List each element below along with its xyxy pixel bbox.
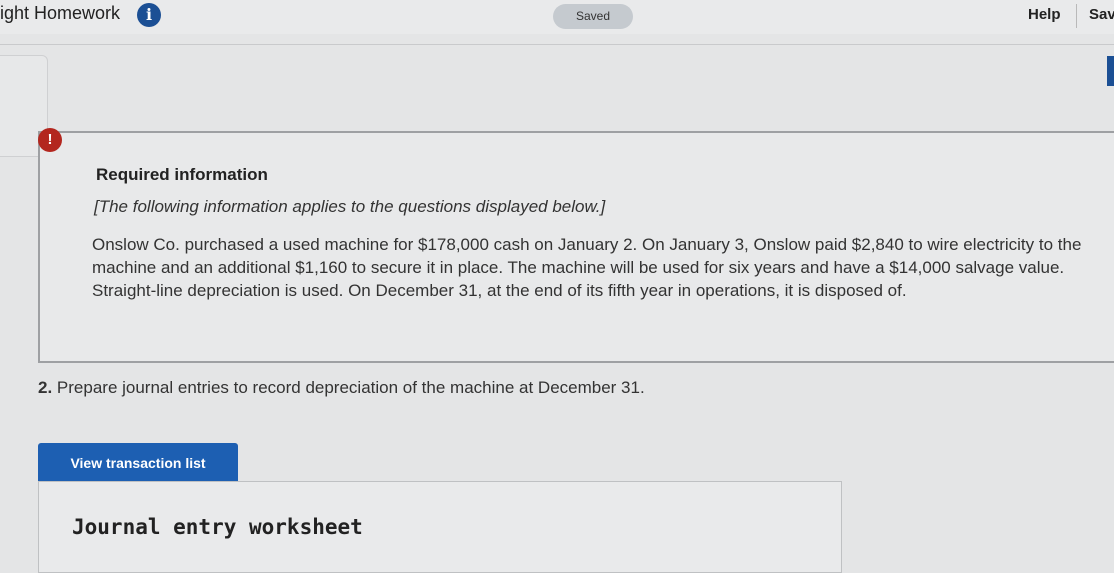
required-info-body: Onslow Co. purchased a used machine for … [92,235,1082,300]
app-title: ight Homework [0,3,121,23]
view-transaction-list-button[interactable]: View transaction list [38,443,238,484]
question-prompt: 2. Prepare journal entries to record dep… [38,378,645,398]
alert-icon: ! [38,128,62,152]
header-divider [1076,4,1077,28]
journal-entry-worksheet-title: Journal entry worksheet [72,515,363,539]
question-text: Prepare journal entries to record deprec… [56,378,645,397]
side-tab[interactable] [1107,56,1114,86]
save-link[interactable]: Sav [1089,6,1114,23]
help-link[interactable]: Help [1028,6,1061,23]
required-info-heading: Required information [96,165,268,184]
top-bar-divider [0,44,1114,45]
question-number: 2. [38,378,53,397]
info-icon[interactable]: i [137,3,161,27]
saved-status-badge: Saved [553,4,633,29]
required-info-note: [The following information applies to th… [94,197,606,216]
